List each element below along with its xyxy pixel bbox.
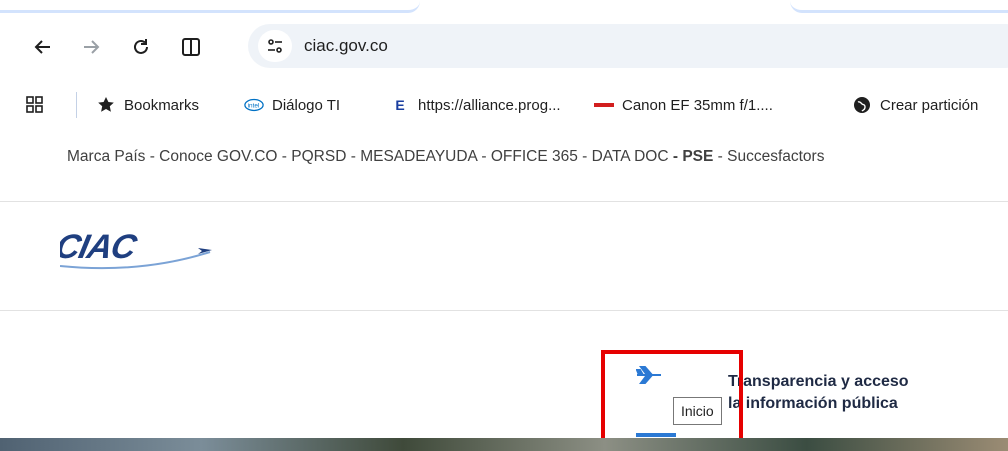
separator: -	[346, 148, 361, 165]
tab-edge-right	[790, 0, 1008, 13]
address-bar[interactable]: ciac.gov.co	[248, 24, 1008, 68]
tab-edge-left	[0, 0, 420, 13]
site-info-button[interactable]	[258, 30, 292, 62]
reload-icon	[134, 39, 148, 54]
split-view-icon	[182, 38, 200, 56]
bookmark-canon[interactable]: Canon EF 35mm f/1....	[594, 94, 773, 116]
split-view-button[interactable]	[176, 32, 206, 62]
bookmark-alliance[interactable]: E https://alliance.prog...	[390, 94, 561, 116]
hero-banner-image	[0, 438, 1008, 451]
bookmark-label: https://alliance.prog...	[418, 96, 561, 114]
globe-icon	[852, 95, 872, 115]
bookmark-label: Canon EF 35mm f/1....	[622, 96, 773, 114]
link-marca-pais[interactable]: Marca País	[67, 148, 145, 165]
svg-text:CIAC: CIAC	[60, 228, 141, 266]
arrow-left-icon	[34, 40, 50, 54]
link-pqrsd[interactable]: PQRSD	[291, 148, 346, 165]
link-conoce-govco[interactable]: Conoce GOV.CO	[159, 148, 277, 165]
top-links-bar: Marca País - Conoce GOV.CO - PQRSD - MES…	[67, 148, 1008, 166]
back-button[interactable]	[28, 32, 58, 62]
divider	[0, 201, 1008, 202]
ciac-logo[interactable]: CIAC	[52, 228, 220, 272]
bookmark-label: Bookmarks	[124, 96, 200, 114]
highlight-box	[601, 350, 743, 442]
apps-grid-icon	[26, 96, 43, 113]
tune-icon	[268, 39, 282, 53]
bookmarks-separator	[76, 92, 77, 118]
separator: -	[145, 148, 160, 165]
url-text: ciac.gov.co	[304, 36, 388, 55]
bookmark-crear-particion[interactable]: Crear partición	[852, 94, 978, 116]
menu-transparencia-line2: la información pública	[728, 395, 898, 412]
separator: -	[713, 148, 728, 165]
reload-button[interactable]	[126, 32, 156, 62]
link-succesfactors[interactable]: Succesfactors	[727, 148, 824, 165]
link-office365[interactable]: OFFICE 365	[491, 148, 578, 165]
separator: -	[277, 148, 292, 165]
svg-text:intel: intel	[248, 103, 260, 110]
intel-icon: intel	[244, 95, 264, 115]
menu-transparencia-line1: Transparencia y acceso	[728, 373, 909, 390]
bookmark-label: Crear partición	[880, 96, 979, 114]
bookmark-bookmarks[interactable]: Bookmarks	[96, 94, 199, 116]
link-pse[interactable]: PSE	[682, 148, 713, 165]
star-icon	[96, 95, 116, 115]
arrow-right-icon	[84, 40, 100, 54]
e-icon: E	[395, 97, 405, 113]
tab-strip	[0, 0, 1008, 14]
separator: -	[668, 148, 683, 165]
forward-button[interactable]	[76, 32, 106, 62]
bookmark-dialogo-ti[interactable]: intel Diálogo TI	[244, 94, 340, 116]
separator: -	[477, 148, 491, 165]
apps-button[interactable]	[26, 94, 44, 116]
link-mesadeayuda[interactable]: MESADEAYUDA	[360, 148, 477, 165]
bookmark-label: Diálogo TI	[272, 96, 341, 114]
bookmarks-bar: Bookmarks intel Diálogo TI E https://all…	[0, 84, 1008, 124]
menu-transparencia[interactable]: Transparencia y acceso la información pú…	[728, 371, 909, 415]
canon-icon	[594, 95, 614, 115]
link-data-doc[interactable]: DATA DOC	[592, 148, 669, 165]
separator: -	[577, 148, 592, 165]
browser-toolbar: ciac.gov.co	[0, 18, 1008, 76]
divider	[0, 310, 1008, 311]
